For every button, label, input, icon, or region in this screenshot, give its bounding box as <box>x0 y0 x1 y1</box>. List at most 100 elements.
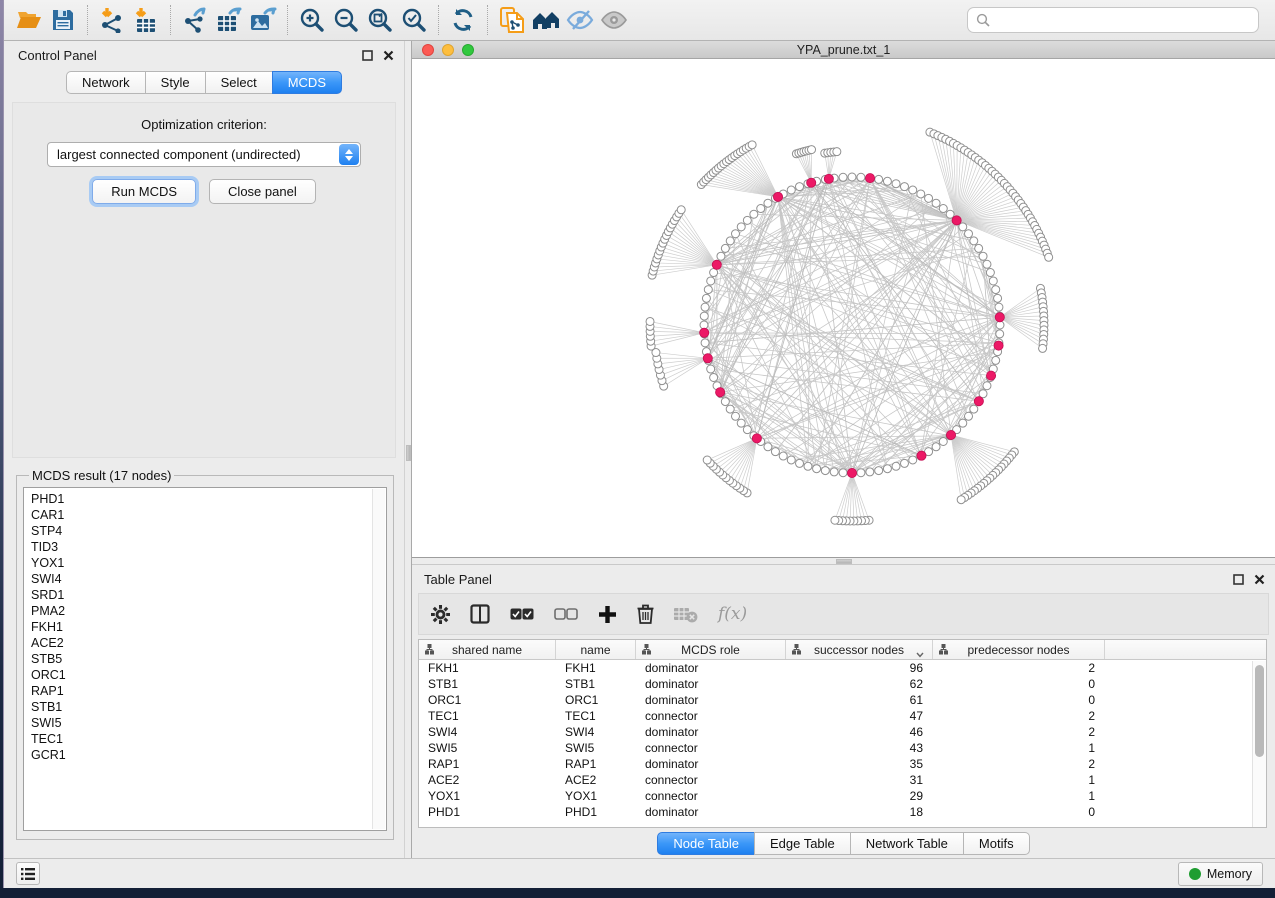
network-node[interactable] <box>821 467 829 475</box>
network-node[interactable] <box>808 146 816 154</box>
mcds-hub-node[interactable] <box>716 388 725 397</box>
network-node[interactable] <box>748 141 756 149</box>
mcds-hub-node[interactable] <box>865 174 874 183</box>
zoom-fit-icon[interactable] <box>363 4 397 36</box>
network-node[interactable] <box>796 183 804 191</box>
network-node[interactable] <box>721 398 729 406</box>
clone-network-icon[interactable] <box>495 4 529 36</box>
open-file-icon[interactable] <box>12 4 46 36</box>
network-node[interactable] <box>994 294 1002 302</box>
network-node[interactable] <box>995 303 1003 311</box>
result-node[interactable]: ORC1 <box>31 667 372 683</box>
network-node[interactable] <box>743 216 751 224</box>
network-node[interactable] <box>909 186 917 194</box>
zoom-selected-icon[interactable] <box>397 4 431 36</box>
network-node[interactable] <box>704 286 712 294</box>
settings-gear-icon[interactable] <box>431 605 450 624</box>
network-node[interactable] <box>764 199 772 207</box>
network-node[interactable] <box>707 365 715 373</box>
function-builder-icon[interactable]: f(x) <box>718 604 747 624</box>
table-row[interactable]: RAP1RAP1dominator352 <box>419 756 1266 772</box>
mcds-hub-node[interactable] <box>946 430 955 439</box>
network-node[interactable] <box>710 373 718 381</box>
first-neighbors-icon[interactable] <box>529 4 563 36</box>
mcds-result-list[interactable]: PHD1CAR1STP4TID3YOX1SWI4SRD1PMA2FKH1ACE2… <box>23 487 387 831</box>
close-panel-button[interactable]: Close panel <box>209 179 316 204</box>
result-node[interactable]: ACE2 <box>31 635 372 651</box>
mcds-hub-node[interactable] <box>824 174 833 183</box>
delete-column-icon[interactable] <box>637 604 654 624</box>
network-node[interactable] <box>992 286 1000 294</box>
mcds-hub-node[interactable] <box>974 397 983 406</box>
table-row[interactable]: SWI4SWI4dominator462 <box>419 724 1266 740</box>
tab-mcds[interactable]: MCDS <box>272 71 342 94</box>
result-node[interactable]: SWI4 <box>31 571 372 587</box>
tab-network[interactable]: Network <box>66 71 146 94</box>
network-node[interactable] <box>701 303 709 311</box>
network-node[interactable] <box>830 468 838 476</box>
tab-node-table[interactable]: Node Table <box>657 832 755 855</box>
result-node[interactable]: STB5 <box>31 651 372 667</box>
table-row[interactable]: TEC1TEC1connector472 <box>419 708 1266 724</box>
select-all-icon[interactable] <box>510 608 534 621</box>
column-header-shared-name[interactable]: shared name <box>419 640 556 659</box>
task-history-button[interactable] <box>16 862 40 885</box>
result-node[interactable]: SRD1 <box>31 587 372 603</box>
network-node[interactable] <box>992 356 1000 364</box>
network-node[interactable] <box>703 456 711 464</box>
network-node[interactable] <box>883 465 891 473</box>
mcds-hub-node[interactable] <box>986 371 995 380</box>
result-node[interactable]: STP4 <box>31 523 372 539</box>
result-node[interactable]: CAR1 <box>31 507 372 523</box>
tab-edge-table[interactable]: Edge Table <box>754 832 851 855</box>
network-canvas[interactable] <box>412 59 1275 557</box>
splitter-grip[interactable] <box>406 445 411 461</box>
network-node[interactable] <box>996 330 1004 338</box>
tab-motifs[interactable]: Motifs <box>963 832 1030 855</box>
column-header-predecessor-nodes[interactable]: predecessor nodes <box>933 640 1105 659</box>
scrollbar-thumb[interactable] <box>1255 665 1264 757</box>
close-panel-icon[interactable] <box>1254 574 1265 585</box>
result-node[interactable]: YOX1 <box>31 555 372 571</box>
network-node[interactable] <box>975 244 983 252</box>
network-node[interactable] <box>757 204 765 212</box>
network-node[interactable] <box>848 173 856 181</box>
network-node[interactable] <box>1039 344 1047 352</box>
network-node[interactable] <box>939 438 947 446</box>
result-node[interactable]: FKH1 <box>31 619 372 635</box>
mcds-hub-node[interactable] <box>752 434 761 443</box>
network-node[interactable] <box>932 443 940 451</box>
network-node[interactable] <box>737 419 745 427</box>
close-panel-icon[interactable] <box>383 50 394 61</box>
mcds-hub-node[interactable] <box>847 468 856 477</box>
mcds-hub-node[interactable] <box>700 328 709 337</box>
network-node[interactable] <box>750 210 758 218</box>
network-node[interactable] <box>702 294 710 302</box>
mcds-hub-node[interactable] <box>807 178 816 187</box>
network-node[interactable] <box>970 405 978 413</box>
network-node[interactable] <box>900 183 908 191</box>
network-node[interactable] <box>892 462 900 470</box>
network-node[interactable] <box>707 277 715 285</box>
network-node[interactable] <box>983 382 991 390</box>
network-node[interactable] <box>986 269 994 277</box>
add-column-icon[interactable] <box>598 605 617 624</box>
network-node[interactable] <box>866 468 874 476</box>
import-table-icon[interactable] <box>129 4 163 36</box>
network-node[interactable] <box>892 180 900 188</box>
deselect-all-icon[interactable] <box>554 608 578 621</box>
vertical-splitter[interactable] <box>404 41 412 858</box>
network-node[interactable] <box>787 456 795 464</box>
table-row[interactable]: PHD1PHD1dominator180 <box>419 804 1266 820</box>
network-node[interactable] <box>701 339 709 347</box>
network-node[interactable] <box>925 194 933 202</box>
network-node[interactable] <box>909 456 917 464</box>
network-node[interactable] <box>787 186 795 194</box>
network-node[interactable] <box>900 459 908 467</box>
network-node[interactable] <box>875 467 883 475</box>
table-row[interactable]: ORC1ORC1dominator610 <box>419 692 1266 708</box>
table-scrollbar[interactable] <box>1252 661 1266 827</box>
network-node[interactable] <box>737 223 745 231</box>
result-node[interactable]: GCR1 <box>31 747 372 763</box>
node-table[interactable]: shared namenameMCDS rolesuccessor nodesp… <box>418 639 1267 828</box>
